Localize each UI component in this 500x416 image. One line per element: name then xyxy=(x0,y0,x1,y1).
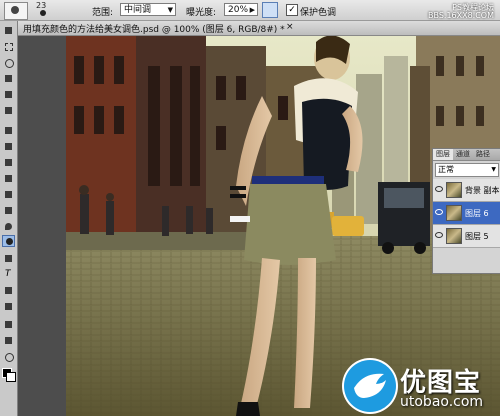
close-icon[interactable]: × xyxy=(286,22,294,32)
eye-icon[interactable] xyxy=(435,186,443,192)
tab-layers[interactable]: 图层 xyxy=(433,149,453,160)
range-select[interactable]: 中间调 ▼ xyxy=(120,3,176,16)
protect-tones-label: 保护色调 xyxy=(300,8,337,18)
airbrush-toggle-icon[interactable] xyxy=(262,2,278,18)
logo-text-en: utobao.com xyxy=(400,394,484,410)
shape-tool-icon[interactable] xyxy=(2,301,15,313)
document-tab[interactable]: 用填充颜色的方法给美女调色.psd @ 100% (图层 6, RGB/8#) … xyxy=(18,21,500,36)
toolbox: T xyxy=(0,21,18,416)
dodge-tool-preset-icon[interactable] xyxy=(4,2,28,20)
layers-panel: 图层 通道 路径 正常 ▼ 背景 副本 图层 6 图层 5 xyxy=(432,148,500,274)
healing-brush-tool-icon[interactable] xyxy=(2,125,15,137)
brush-tool-icon[interactable] xyxy=(2,141,15,153)
options-bar: 23 范围: 中间调 ▼ 曝光度: 20% ▶ ✓ 保护色调 xyxy=(0,0,500,21)
canvas-pasteboard xyxy=(18,36,66,416)
blur-tool-icon[interactable] xyxy=(2,221,15,233)
3d-rotate-tool-icon[interactable] xyxy=(2,319,15,331)
layer-row-selected[interactable]: 图层 6 xyxy=(433,202,500,225)
eye-icon[interactable] xyxy=(435,232,443,238)
layer-thumbnail xyxy=(446,182,462,198)
lasso-tool-icon[interactable] xyxy=(2,57,15,69)
exposure-label: 曝光度: xyxy=(186,8,217,18)
site-logo: 优图宝 utobao.com xyxy=(344,360,494,412)
blend-mode-select[interactable]: 正常 ▼ xyxy=(435,163,499,177)
chevron-down-icon: ▼ xyxy=(491,166,496,173)
document-title: 用填充颜色的方法给美女调色.psd @ 100% (图层 6, RGB/8#) … xyxy=(23,25,285,35)
path-selection-tool-icon[interactable] xyxy=(2,285,15,297)
bird-logo-icon xyxy=(344,360,396,412)
protect-tones-checkbox[interactable]: ✓ xyxy=(286,4,298,16)
chevron-down-icon: ▼ xyxy=(167,6,173,14)
history-brush-tool-icon[interactable] xyxy=(2,173,15,185)
chevron-right-icon: ▶ xyxy=(249,6,255,14)
layer-name: 图层 5 xyxy=(465,232,489,241)
dodge-tool-icon[interactable] xyxy=(2,235,15,247)
layer-row[interactable]: 图层 5 xyxy=(433,225,500,248)
zoom-tool-icon[interactable] xyxy=(2,351,15,363)
move-tool-icon[interactable] xyxy=(2,25,15,37)
watermark-line2: BBS.16XX8.COM xyxy=(427,11,494,20)
layer-name: 背景 副本 xyxy=(465,186,500,195)
eyedropper-tool-icon[interactable] xyxy=(2,105,15,117)
layer-row[interactable]: 背景 副本 xyxy=(433,179,500,202)
magic-wand-tool-icon[interactable] xyxy=(2,73,15,85)
hand-tool-icon[interactable] xyxy=(2,335,15,347)
layer-name: 图层 6 xyxy=(465,209,489,218)
crop-tool-icon[interactable] xyxy=(2,89,15,101)
eye-icon[interactable] xyxy=(435,209,443,215)
tab-channels[interactable]: 通道 xyxy=(453,149,473,160)
layer-thumbnail xyxy=(446,228,462,244)
marquee-tool-icon[interactable] xyxy=(2,41,15,53)
brush-preview-icon[interactable] xyxy=(40,10,46,16)
range-label: 范围: xyxy=(92,8,114,18)
type-tool-icon[interactable]: T xyxy=(2,269,15,281)
layers-panel-tabs: 图层 通道 路径 xyxy=(433,149,500,161)
layer-thumbnail xyxy=(446,205,462,221)
pen-tool-icon[interactable] xyxy=(2,253,15,265)
eraser-tool-icon[interactable] xyxy=(2,189,15,201)
exposure-input[interactable]: 20% ▶ xyxy=(224,3,258,16)
brush-size-value[interactable]: 23 xyxy=(36,1,46,10)
clone-stamp-tool-icon[interactable] xyxy=(2,157,15,169)
background-color-swatch[interactable] xyxy=(6,372,16,382)
gradient-tool-icon[interactable] xyxy=(2,205,15,217)
tab-paths[interactable]: 路径 xyxy=(473,149,493,160)
